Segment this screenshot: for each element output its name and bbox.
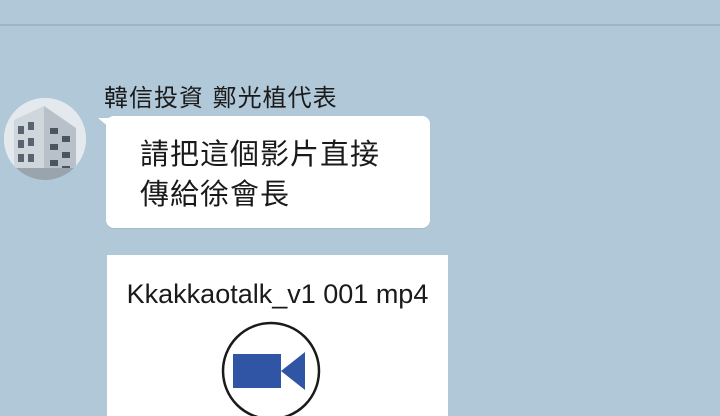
video-attachment-card[interactable]: Kkakkaotalk_v1 001 mp4: [107, 255, 448, 416]
building-photo-icon: [4, 98, 86, 180]
attachment-file-name: Kkakkaotalk_v1 001 mp4: [126, 279, 429, 309]
sender-name: 韓信投資 鄭光植代表: [104, 84, 338, 112]
video-camera-icon[interactable]: [221, 321, 325, 416]
previous-message-divider: [0, 24, 720, 26]
sender-avatar[interactable]: [4, 98, 86, 180]
message-text: 請把這個影片直接 傳給徐會長: [140, 134, 410, 214]
message-line: 請把這個影片直接: [140, 137, 381, 171]
message-bubble[interactable]: 請把這個影片直接 傳給徐會長: [106, 116, 430, 228]
message-line: 傳給徐會長: [140, 177, 291, 211]
